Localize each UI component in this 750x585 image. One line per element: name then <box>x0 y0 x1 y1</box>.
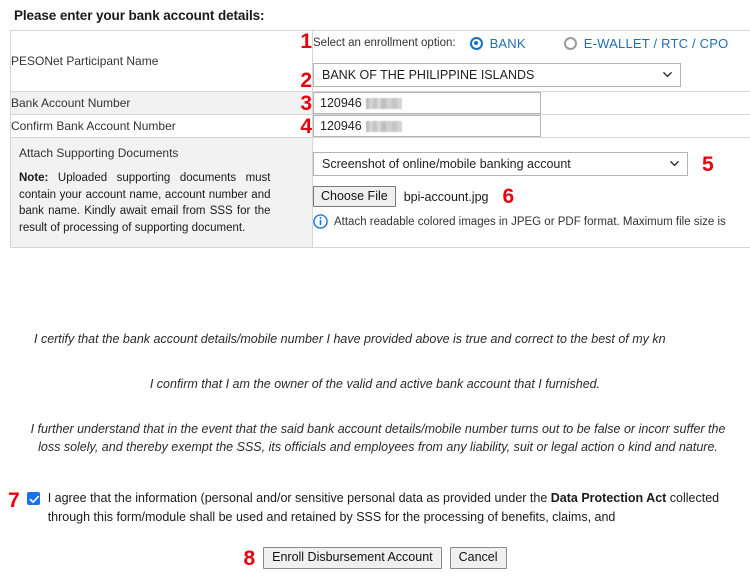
bank-account-number-value: 120946 <box>320 96 362 110</box>
step-number-2: 2 <box>300 69 312 92</box>
file-upload-row: Choose File bpi-account.jpg 6 <box>313 185 750 209</box>
radio-ewallet-icon[interactable] <box>563 36 577 50</box>
step-number-cell-4: 4 <box>282 114 313 138</box>
file-format-hint-text: Attach readable colored images in JPEG o… <box>334 215 726 228</box>
table-row-participant-name: PESONet Participant Name 1 2 Select an e… <box>10 30 750 92</box>
step-number-5: 5 <box>702 152 714 176</box>
step-number-cell-attach <box>282 137 313 248</box>
enroll-disbursement-account-button[interactable]: Enroll Disbursement Account <box>263 547 442 569</box>
label-pesonet-participant-name: PESONet Participant Name <box>10 30 283 92</box>
radio-option-bank[interactable]: BANK <box>469 35 526 51</box>
label-bank-account-number: Bank Account Number <box>10 91 283 115</box>
confirm-bank-account-number-value: 120946 <box>320 119 362 133</box>
table-row-attach-documents: Attach Supporting Documents Note: Upload… <box>10 137 750 248</box>
step-number-cell-3: 3 <box>282 91 313 115</box>
cancel-button[interactable]: Cancel <box>449 547 507 569</box>
chevron-down-icon-doc <box>670 161 679 167</box>
step-number-cell-1: 1 2 <box>282 30 313 92</box>
table-row-confirm-account-number: Confirm Bank Account Number 4 120946 <box>10 114 750 138</box>
confirm-bank-account-number-input[interactable]: 120946 <box>313 115 541 137</box>
step-number-3: 3 <box>300 91 312 115</box>
choose-file-button[interactable]: Choose File <box>313 186 396 208</box>
step-number-4: 4 <box>300 114 312 138</box>
file-format-hint-row: Attach readable colored images in JPEG o… <box>313 214 750 230</box>
attach-documents-label-cell: Attach Supporting Documents Note: Upload… <box>10 137 283 248</box>
agreement-checkbox[interactable] <box>26 492 40 505</box>
radio-bank-icon[interactable] <box>469 36 483 50</box>
info-icon <box>313 214 328 230</box>
radio-option-ewallet-label: E-WALLET / RTC / CPO <box>583 35 729 51</box>
confirm-bank-account-number-cell: 120946 <box>312 114 750 138</box>
attach-note-body: Uploaded supporting documents must conta… <box>19 172 271 235</box>
agreement-text-before: I agree that the information (personal a… <box>47 491 551 505</box>
agreement-text: I agree that the information (personal a… <box>48 489 750 528</box>
action-button-bar: 8 Enroll Disbursement Account Cancel <box>0 547 750 569</box>
bank-enrollment-form-page: Please enter your bank account details: … <box>0 0 750 585</box>
agreement-row: 7 I agree that the information (personal… <box>8 489 750 528</box>
page-title: Please enter your bank account details: <box>14 8 265 23</box>
certification-paragraph-2: I confirm that I am the owner of the val… <box>149 376 601 391</box>
step-number-6: 6 <box>502 185 515 209</box>
enrollment-prompt-label: Select an enrollment option: <box>313 37 456 49</box>
document-type-value: Screenshot of online/mobile banking acco… <box>322 157 571 171</box>
checkmark-icon <box>29 495 39 504</box>
redacted-digits-mask <box>365 97 402 109</box>
label-attach-supporting-documents: Attach Supporting Documents <box>19 146 179 160</box>
step-number-8: 8 <box>243 546 256 570</box>
uploaded-file-name: bpi-account.jpg <box>403 189 489 204</box>
radio-option-bank-label: BANK <box>489 35 526 51</box>
enrollment-option-cell: Select an enrollment option: BANK E-WALL… <box>312 30 750 92</box>
agreement-bold-term: Data Protection Act <box>550 491 667 505</box>
attach-documents-field-cell: Screenshot of online/mobile banking acco… <box>312 137 750 248</box>
document-type-select[interactable]: Screenshot of online/mobile banking acco… <box>313 152 688 176</box>
document-type-row: Screenshot of online/mobile banking acco… <box>313 152 750 176</box>
redacted-digits-mask-confirm <box>365 120 402 132</box>
label-confirm-bank-account-number: Confirm Bank Account Number <box>10 114 283 138</box>
certification-paragraph-1: I certify that the bank account details/… <box>34 332 666 346</box>
attach-note-prefix: Note: <box>19 172 49 184</box>
bank-select-value: BANK OF THE PHILIPPINE ISLANDS <box>322 67 535 82</box>
bank-account-number-cell: 120946 <box>312 91 750 115</box>
certification-block: I certify that the bank account details/… <box>0 330 750 457</box>
bank-account-number-input[interactable]: 120946 <box>313 92 541 114</box>
enrollment-radio-group[interactable]: BANK E-WALLET / RTC / CPO <box>469 35 729 51</box>
bank-select[interactable]: BANK OF THE PHILIPPINE ISLANDS <box>313 62 681 87</box>
bank-details-table: PESONet Participant Name 1 2 Select an e… <box>10 30 750 248</box>
certification-paragraph-3: I further understand that in the event t… <box>30 421 726 455</box>
enrollment-option-row: Select an enrollment option: BANK E-WALL… <box>313 36 750 51</box>
table-row-bank-account-number: Bank Account Number 3 120946 <box>10 91 750 115</box>
attach-documents-note: Note: Uploaded supporting documents must… <box>11 160 283 247</box>
chevron-down-icon <box>663 71 672 77</box>
radio-option-ewallet[interactable]: E-WALLET / RTC / CPO <box>563 35 729 51</box>
step-number-1: 1 <box>300 30 312 53</box>
step-number-7: 7 <box>8 489 20 512</box>
